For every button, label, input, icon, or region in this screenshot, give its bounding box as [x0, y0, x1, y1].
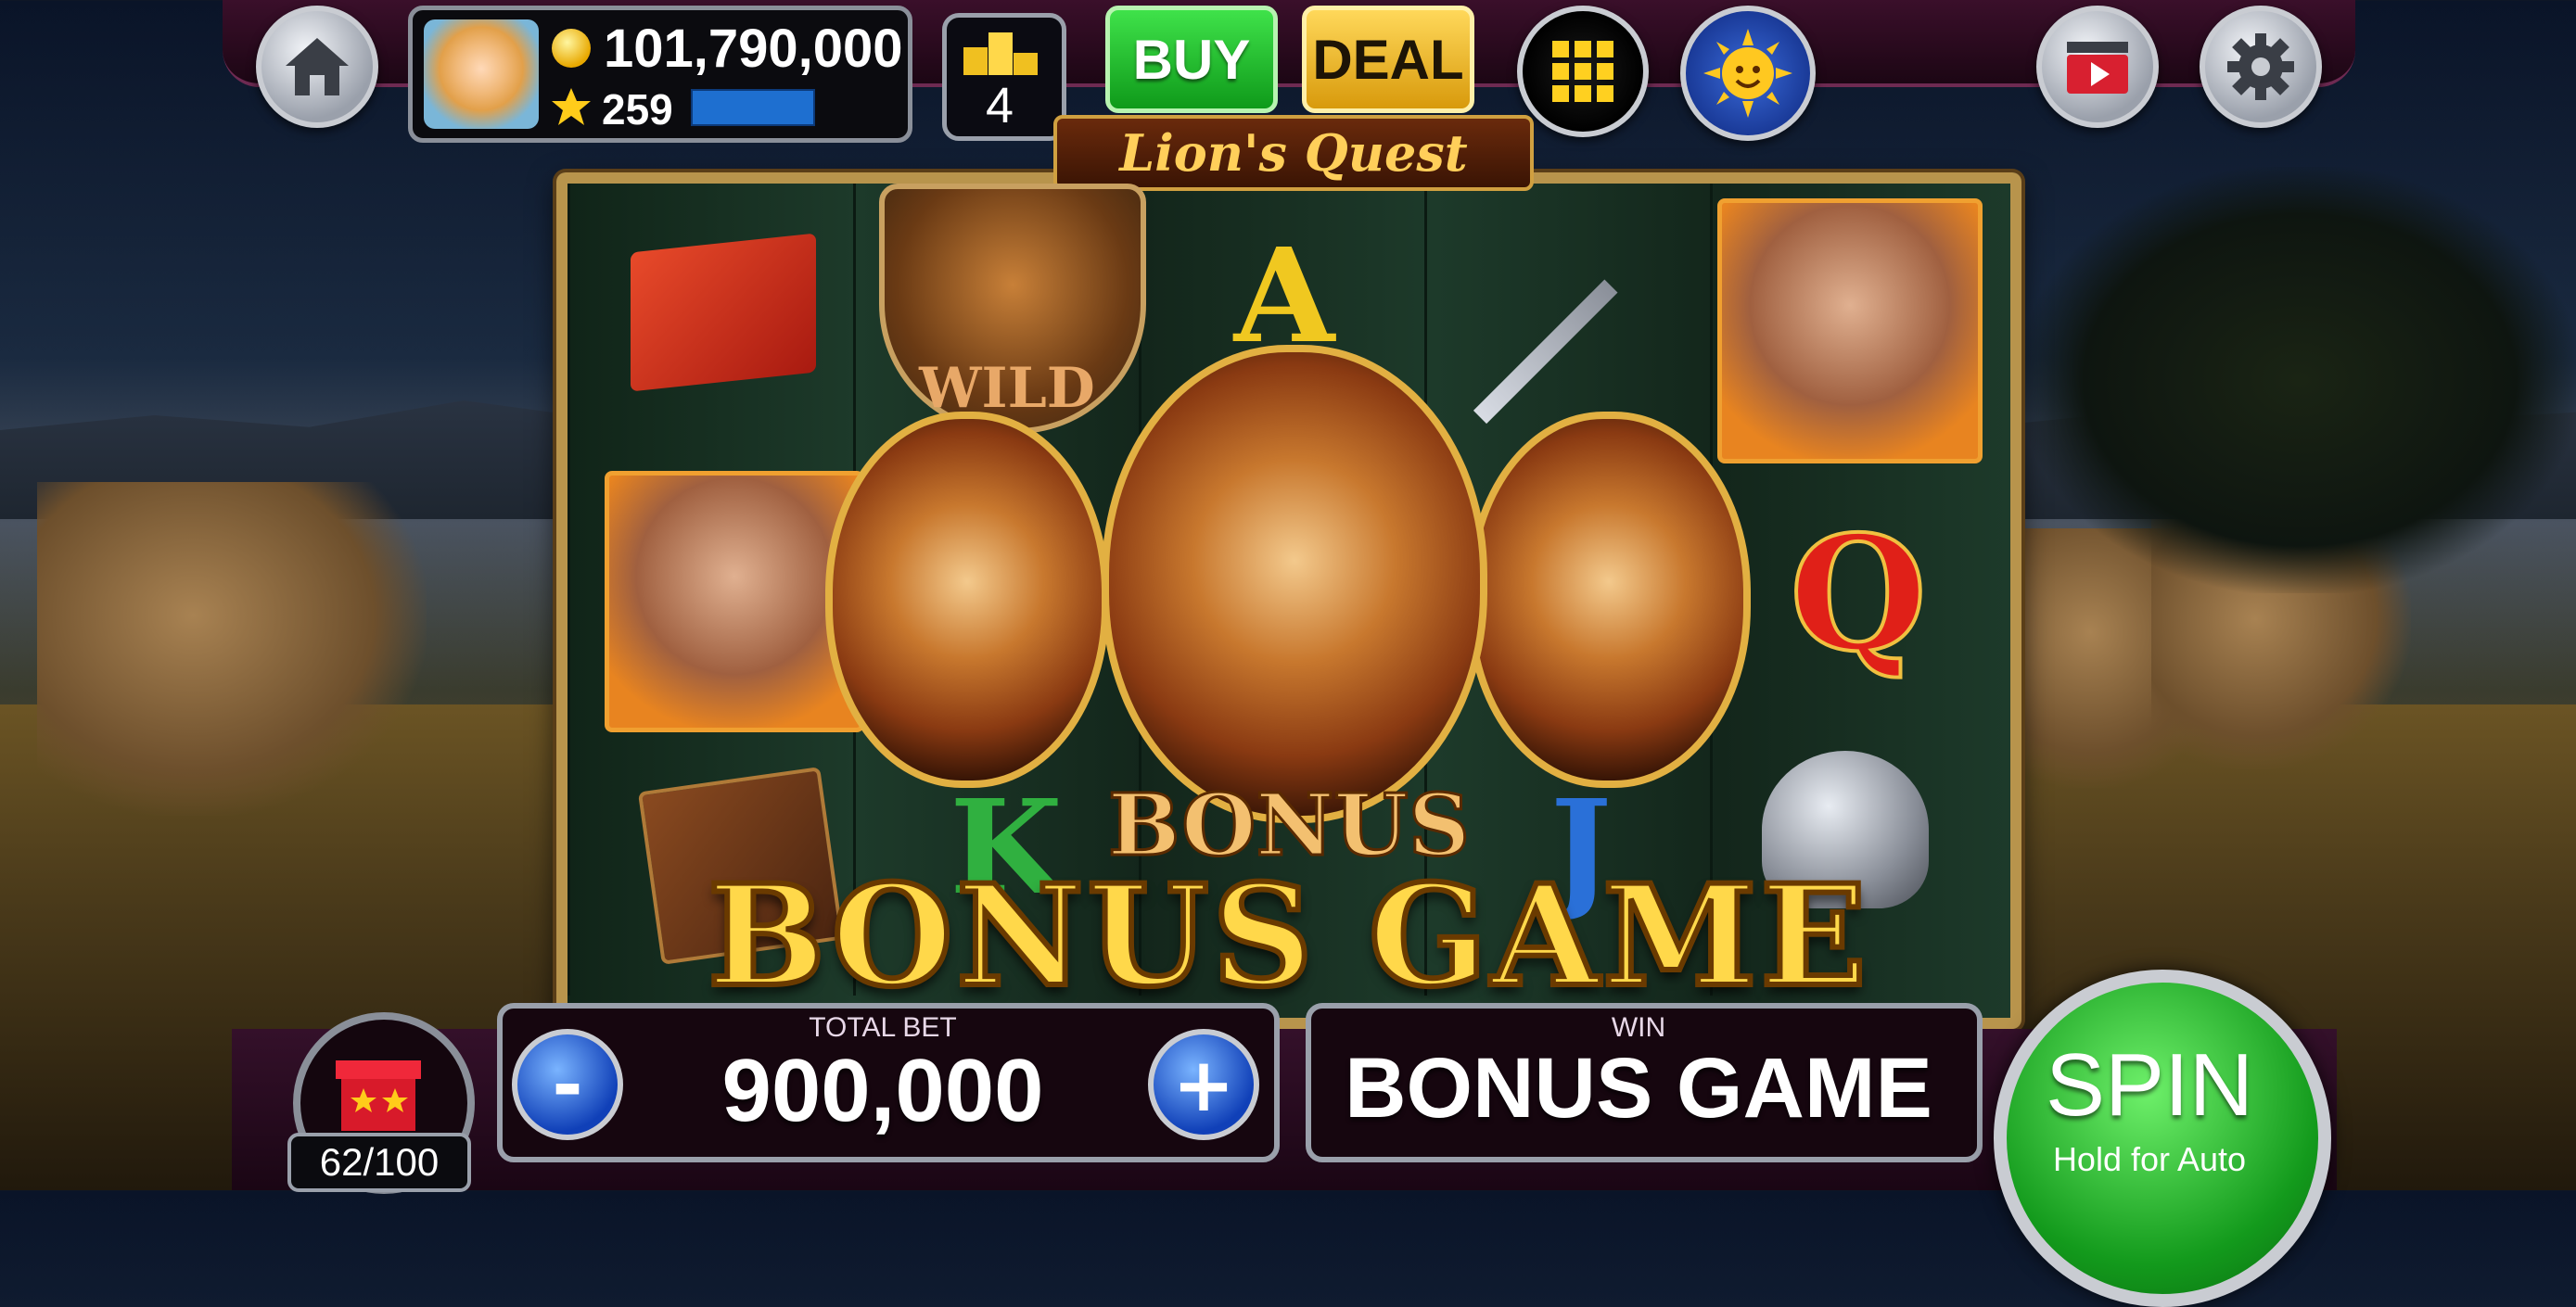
plus-icon: +: [1172, 1041, 1235, 1128]
home-icon: [286, 38, 349, 95]
wild-label: WILD: [919, 356, 1095, 421]
player-profile-panel[interactable]: 101,790,000 259: [408, 6, 912, 143]
grid-icon: [1552, 41, 1613, 102]
win-value: BONUS GAME: [1345, 1041, 1932, 1136]
win-panel: WIN BONUS GAME: [1306, 1003, 1983, 1162]
buy-button[interactable]: BUY: [1105, 6, 1278, 113]
star-count: 259: [602, 85, 673, 133]
coin-icon: [552, 29, 591, 68]
podium-icon: [963, 32, 1038, 75]
gift-icon: [336, 1060, 421, 1131]
minus-icon: -: [552, 1041, 583, 1128]
game-title-banner: Lion's Quest: [1053, 115, 1534, 191]
hero-portrait-symbol: [1717, 198, 1983, 463]
spin-label: SPIN: [2045, 1035, 2254, 1135]
brand-sun-button[interactable]: [1680, 6, 1816, 141]
gift-progress-count: 62/100: [287, 1133, 471, 1192]
game-menu-button[interactable]: [1517, 6, 1649, 137]
gear-icon: [2227, 33, 2294, 100]
video-reward-button[interactable]: [2036, 6, 2159, 128]
decrease-bet-button[interactable]: -: [512, 1029, 623, 1140]
spin-button[interactable]: SPIN Hold for Auto: [1994, 970, 2331, 1307]
background-tree: [2021, 167, 2576, 593]
lion-bonus-symbol-center: [1102, 345, 1487, 823]
lion-flag-symbol: [631, 233, 816, 392]
star-icon: [552, 88, 591, 125]
lion-bonus-symbol-left: [825, 412, 1109, 788]
spin-sub-label: Hold for Auto: [2052, 1140, 2247, 1178]
level-badge[interactable]: 4: [942, 13, 1066, 141]
xp-progress-bar: [691, 89, 815, 126]
total-bet-value: 900,000: [721, 1041, 1044, 1140]
player-avatar[interactable]: [424, 19, 539, 129]
settings-button[interactable]: [2200, 6, 2322, 128]
player-level: 4: [985, 78, 1014, 133]
home-button[interactable]: [256, 6, 378, 128]
queen-symbol: Q: [1788, 501, 1929, 687]
wild-shield-symbol: WILD: [879, 184, 1146, 434]
background-lioness-left: [37, 482, 427, 816]
coin-balance: 101,790,000: [604, 19, 903, 79]
deal-button[interactable]: DEAL: [1302, 6, 1474, 113]
video-icon: [2067, 42, 2128, 94]
lion-bonus-symbol-right: [1467, 412, 1751, 788]
total-bet-label: TOTAL BET: [809, 1012, 957, 1043]
ace-symbol: A: [1233, 221, 1335, 373]
bonus-game-banner: BONUS GAME: [705, 855, 1870, 1018]
win-label: WIN: [1611, 1012, 1666, 1043]
sun-icon: [1703, 29, 1792, 118]
increase-bet-button[interactable]: +: [1148, 1029, 1259, 1140]
